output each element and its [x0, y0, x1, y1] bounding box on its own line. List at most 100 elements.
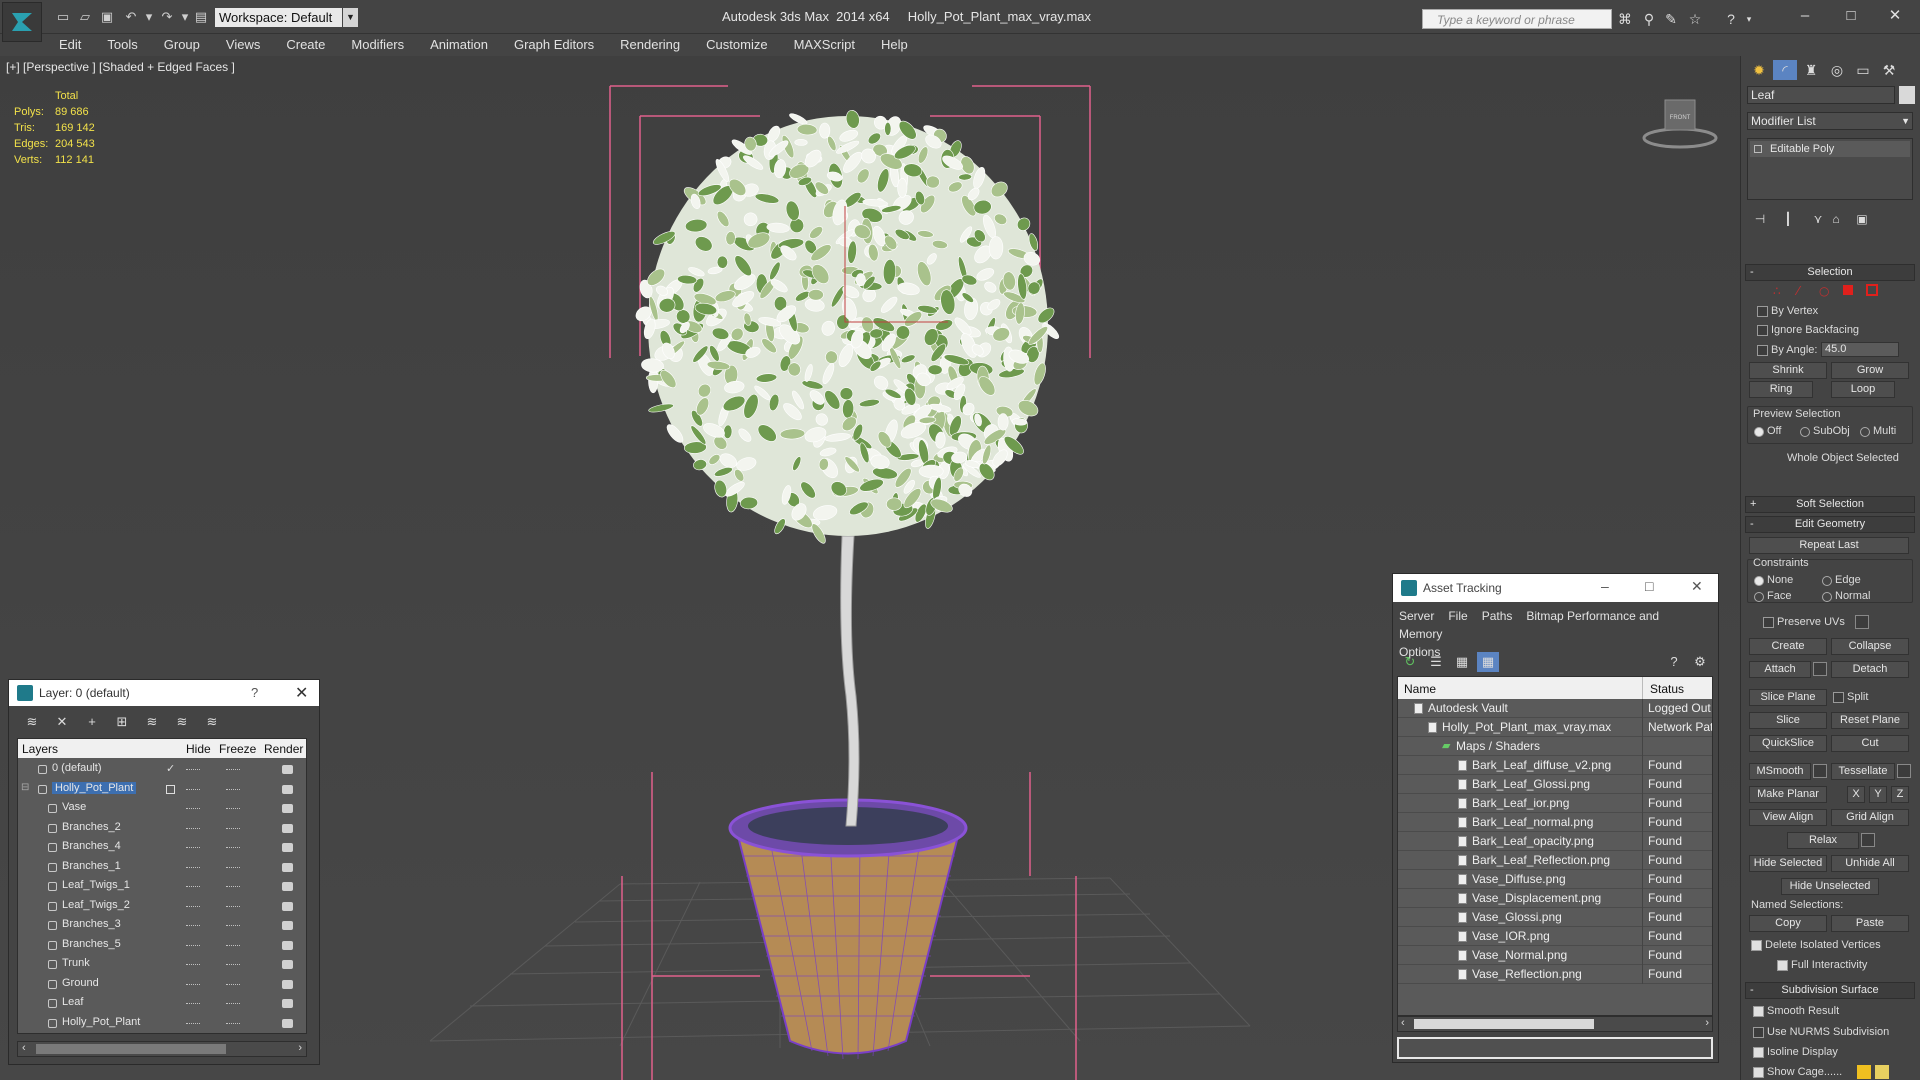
viewcube[interactable]: FRONT: [1640, 92, 1720, 152]
modifier-list-dropdown[interactable]: Modifier List ▼: [1747, 112, 1913, 130]
menu-edit[interactable]: Edit: [46, 34, 94, 56]
asset-row[interactable]: Vase_IOR.png Found: [1398, 927, 1712, 946]
delete-layer-icon[interactable]: ✕: [51, 712, 73, 732]
planar-z-button[interactable]: Z: [1891, 786, 1909, 803]
constraint-normal-radio[interactable]: Normal: [1821, 589, 1870, 603]
quickslice-button[interactable]: QuickSlice: [1749, 735, 1827, 752]
redo-icon[interactable]: ↷: [158, 9, 176, 25]
current-layer-check[interactable]: ✓: [166, 762, 175, 775]
full-interactivity-checkbox[interactable]: Full Interactivity: [1777, 958, 1867, 972]
scroll-right-icon[interactable]: ›: [298, 1042, 302, 1054]
column-hide[interactable]: Hide: [186, 742, 211, 756]
help-dropdown-icon[interactable]: ▾: [1740, 10, 1758, 28]
dialog-title-bar[interactable]: Layer: 0 (default) ? ✕: [9, 680, 319, 706]
layer-row[interactable]: Branches_2: [18, 819, 306, 838]
scroll-right-icon[interactable]: ›: [1705, 1017, 1709, 1029]
settings-icon[interactable]: ⚙: [1689, 652, 1711, 672]
stack-toggle-icon[interactable]: [1754, 145, 1762, 153]
render-teapot-icon[interactable]: [282, 1018, 293, 1028]
constraint-none-radio[interactable]: None: [1753, 573, 1793, 587]
binoculars-icon[interactable]: ⌘: [1616, 10, 1634, 28]
search-input[interactable]: Type a keyword or phrase: [1422, 9, 1612, 29]
render-teapot-icon[interactable]: [282, 882, 293, 891]
menu-help[interactable]: Help: [868, 34, 921, 56]
pin-stack-icon[interactable]: ⊣: [1751, 210, 1769, 228]
show-cage-checkbox[interactable]: Show Cage......: [1753, 1065, 1842, 1079]
layer-row[interactable]: Branches_1: [18, 858, 306, 877]
ring-button[interactable]: Ring: [1749, 381, 1813, 398]
selection-rollout[interactable]: - Selection: [1745, 264, 1915, 281]
edge-mode-icon[interactable]: ⁄: [1794, 284, 1802, 298]
hide-toggle[interactable]: [186, 983, 200, 985]
hide-toggle[interactable]: [186, 866, 200, 868]
stack-item-editable-poly[interactable]: Editable Poly: [1750, 141, 1910, 157]
preserve-uvs-checkbox[interactable]: Preserve UVs: [1763, 615, 1845, 629]
freeze-toggle[interactable]: [226, 905, 240, 907]
highlight-layer-icon[interactable]: ≋: [141, 712, 163, 732]
cage-color-swatch[interactable]: [1857, 1065, 1871, 1079]
workspace-options-icon[interactable]: ▼: [343, 8, 358, 27]
msmooth-settings-icon[interactable]: [1813, 764, 1827, 778]
layer-row[interactable]: Branches_5: [18, 936, 306, 955]
freeze-toggle[interactable]: [226, 769, 240, 770]
asset-row[interactable]: Bark_Leaf_opacity.png Found: [1398, 832, 1712, 851]
close-icon[interactable]: ✕: [295, 683, 308, 703]
open-file-icon[interactable]: ▱: [76, 9, 94, 25]
hide-unselected-button[interactable]: Hide Unselected: [1781, 878, 1879, 895]
asset-row[interactable]: Holly_Pot_Plant_max_vray.max Network Pat: [1398, 718, 1712, 737]
detach-button[interactable]: Detach: [1831, 661, 1909, 678]
preserve-uvs-settings-icon[interactable]: [1855, 615, 1869, 629]
asset-row[interactable]: Bark_Leaf_diffuse_v2.png Found: [1398, 756, 1712, 775]
element-mode-icon[interactable]: [1866, 284, 1878, 296]
thumbnail-view-icon[interactable]: ▦: [1451, 652, 1473, 672]
menu-views[interactable]: Views: [213, 34, 273, 56]
make-unique-icon[interactable]: ⋎: [1809, 210, 1827, 228]
freeze-toggle[interactable]: [226, 944, 240, 946]
asset-row[interactable]: Vase_Reflection.png Found: [1398, 965, 1712, 984]
freeze-toggle[interactable]: [226, 925, 240, 926]
column-layers[interactable]: Layers: [22, 742, 58, 756]
render-teapot-icon[interactable]: [282, 804, 293, 813]
unhide-all-button[interactable]: Unhide All: [1831, 855, 1909, 872]
column-name[interactable]: Name: [1404, 682, 1436, 696]
menu-maxscript[interactable]: MAXScript: [781, 34, 868, 56]
subdivision-surface-rollout[interactable]: - Subdivision Surface: [1745, 982, 1915, 999]
polygon-mode-icon[interactable]: [1843, 285, 1853, 295]
menu-graph-editors[interactable]: Graph Editors: [501, 34, 607, 56]
freeze-toggle[interactable]: [226, 847, 240, 848]
show-end-result-icon[interactable]: ┃: [1779, 210, 1797, 228]
column-render[interactable]: Render: [264, 742, 303, 756]
layer-row[interactable]: Holly_Pot_Plant: [18, 1014, 306, 1033]
view-align-button[interactable]: View Align: [1749, 809, 1827, 826]
split-checkbox[interactable]: Split: [1833, 690, 1868, 704]
hide-toggle[interactable]: [186, 964, 200, 965]
layer-row[interactable]: Branches_3: [18, 916, 306, 935]
render-teapot-icon[interactable]: [282, 940, 293, 950]
render-teapot-icon[interactable]: [282, 921, 293, 930]
ignore-backfacing-checkbox[interactable]: Ignore Backfacing: [1757, 323, 1859, 337]
create-tab-icon[interactable]: ✹: [1747, 60, 1771, 80]
hide-toggle[interactable]: [186, 944, 200, 946]
help-icon[interactable]: ?: [1663, 652, 1685, 672]
collapse-button[interactable]: Collapse: [1831, 638, 1909, 655]
hide-toggle[interactable]: [186, 1003, 200, 1004]
new-file-icon[interactable]: ▭: [54, 9, 72, 25]
remove-modifier-icon[interactable]: ⌂: [1827, 210, 1845, 228]
hide-toggle[interactable]: [186, 769, 200, 770]
soft-selection-rollout[interactable]: + Soft Selection: [1745, 496, 1915, 513]
configure-modifier-sets-icon[interactable]: ▣: [1853, 210, 1871, 228]
horizontal-scrollbar[interactable]: ‹ ›: [1397, 1016, 1713, 1032]
freeze-toggle[interactable]: [226, 788, 240, 790]
viewport-label[interactable]: [+] [Perspective ] [Shaded + Edged Faces…: [6, 60, 235, 74]
freeze-toggle[interactable]: [226, 964, 240, 965]
preview-multi-radio[interactable]: Multi: [1859, 424, 1896, 438]
constraint-edge-radio[interactable]: Edge: [1821, 573, 1861, 587]
asset-menu-file[interactable]: File: [1448, 609, 1467, 623]
delete-isolated-checkbox[interactable]: Delete Isolated Vertices: [1751, 938, 1881, 952]
asset-table[interactable]: Name Status Autodesk Vault Logged Out Holl…: [1397, 676, 1713, 1016]
add-to-layer-icon[interactable]: +: [81, 712, 103, 732]
attach-list-icon[interactable]: [1813, 662, 1827, 676]
menu-animation[interactable]: Animation: [417, 34, 501, 56]
tessellate-button[interactable]: Tessellate: [1831, 763, 1895, 780]
asset-row[interactable]: Bark_Leaf_Glossi.png Found: [1398, 775, 1712, 794]
